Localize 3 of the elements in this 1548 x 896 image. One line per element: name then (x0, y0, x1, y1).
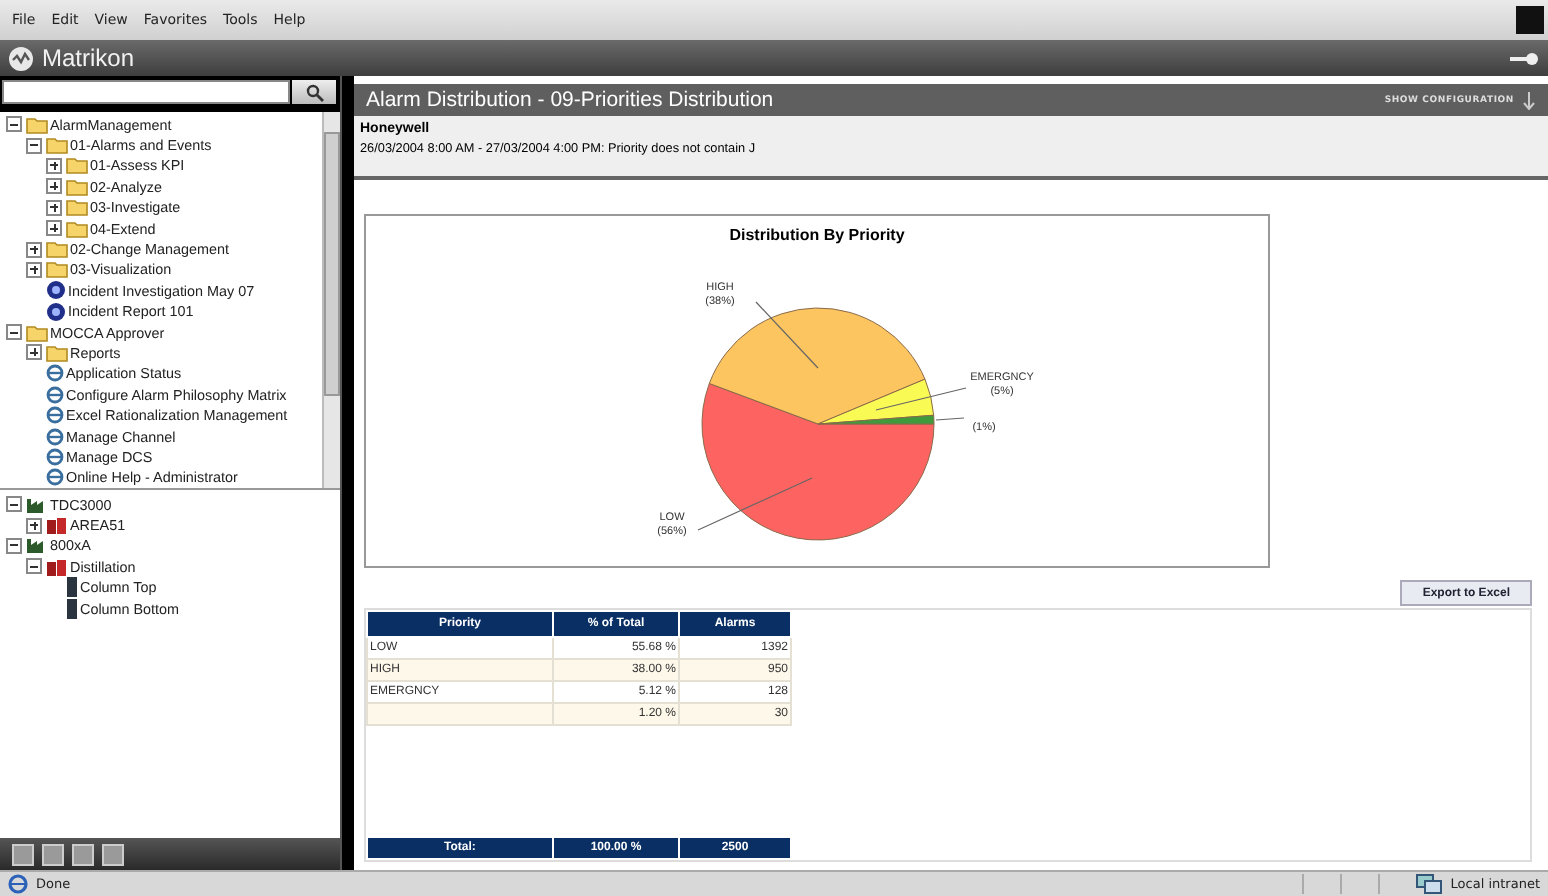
brand-name: Matrikon (42, 44, 135, 72)
report-title: Alarm Distribution - 09-Priorities Distribution (366, 88, 774, 112)
chart-title: Distribution By Priority (727, 224, 907, 244)
